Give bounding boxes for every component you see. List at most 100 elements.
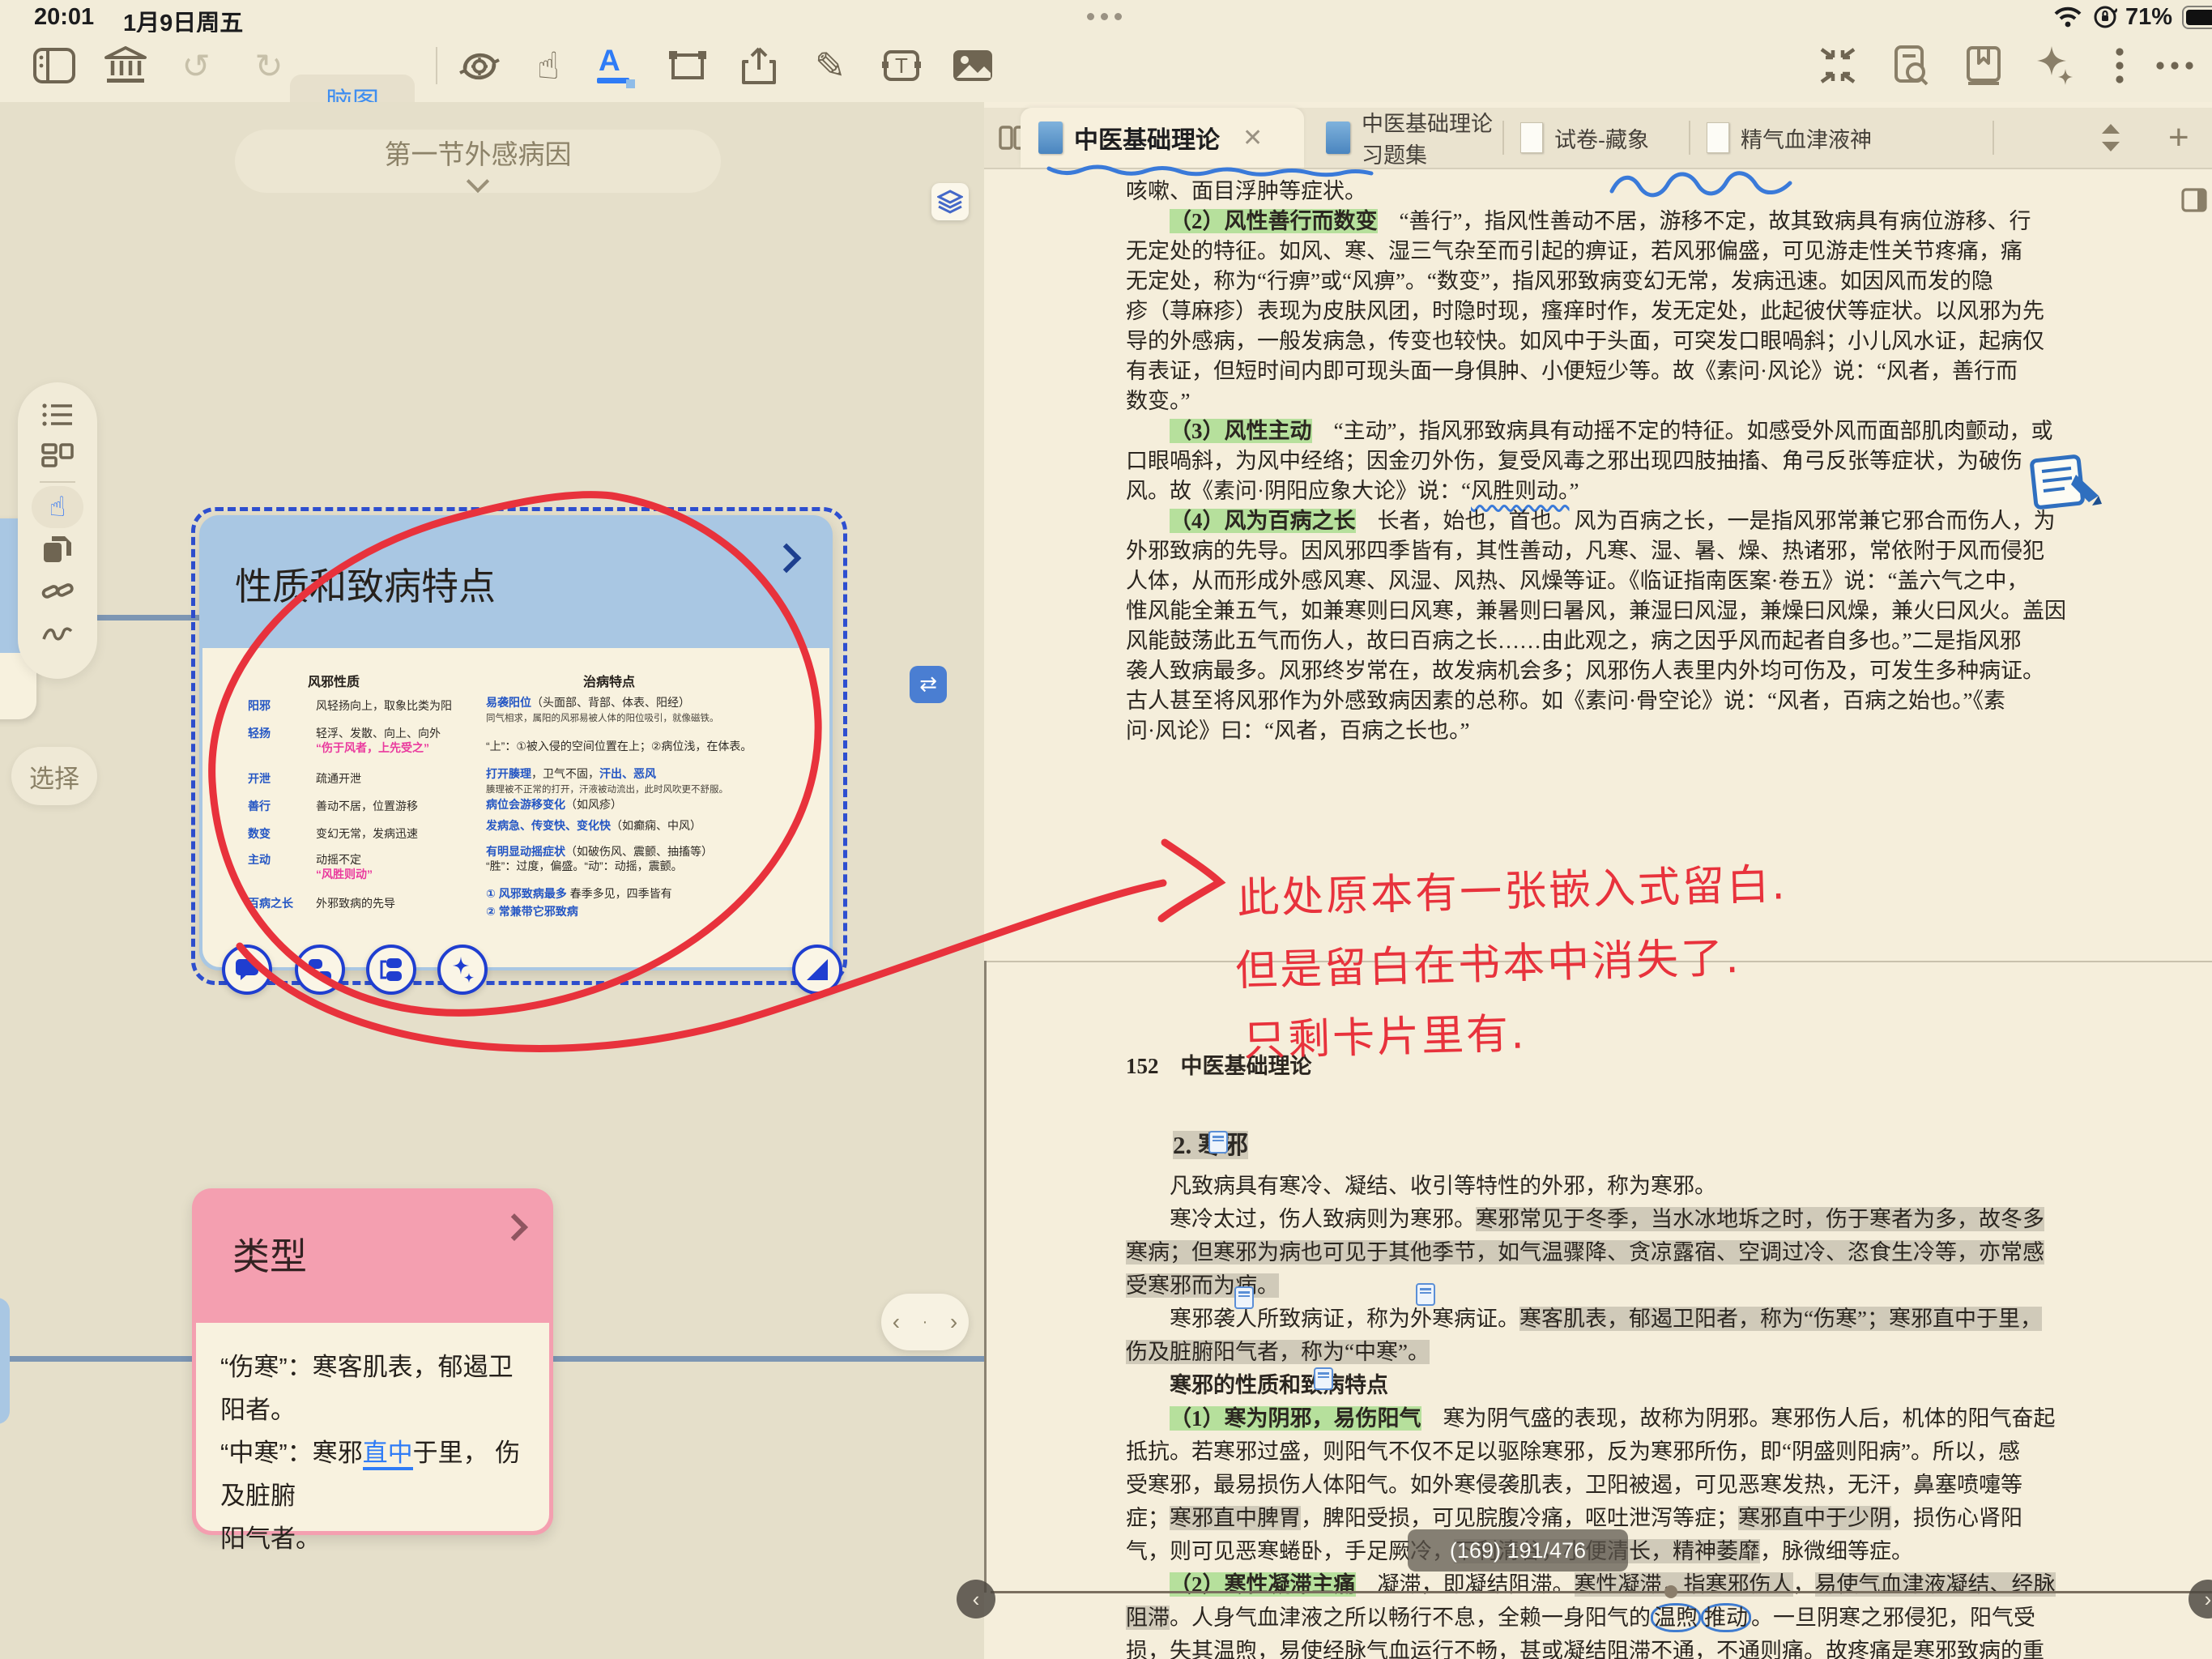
card-table-row: ② 常兼带它邪致病 — [486, 904, 810, 919]
card-merge-button[interactable] — [366, 945, 416, 995]
ai-sparkles-icon[interactable] — [2025, 36, 2085, 96]
doc-text-line[interactable]: （3）风性主动 “主动”，指风邪致病具有动摇不定的特征。如感受外风而面部肌肉颤动… — [1126, 416, 2066, 446]
pencil-tool-icon[interactable]: ✎ — [800, 36, 860, 96]
doc-text-line[interactable]: 寒邪袭人所致病证，称为外寒病证。寒客肌表，郁遏卫阳者，称为“伤寒”；寒邪直中于里… — [1126, 1303, 2056, 1336]
doc-text-line[interactable]: （2）寒性凝滞主痛 凝滞，即凝结阻滞。寒性凝滞，指寒邪伤人，易使气血津液凝结、经… — [1126, 1568, 2056, 1601]
document-search-icon[interactable] — [1881, 36, 1941, 96]
pointer-tool-icon[interactable]: ☝ — [518, 36, 578, 96]
mindmap-canvas[interactable]: 第一节外感病因 ☝ 选择 — [0, 102, 984, 1659]
textbox-tool-icon[interactable]: T — [872, 36, 931, 96]
doc-text-line[interactable]: 咳嗽、面目浮肿等症状。 — [1126, 177, 2066, 207]
doc-text-line[interactable]: 寒病；但寒邪为病也可见于其他季节，如气温骤降、贪凉露宿、空调过冷、恣食生冷等，亦… — [1126, 1236, 2056, 1269]
card-table-row: “上”：①被入侵的空间位置在上；②病位浅，在体表。 — [486, 739, 810, 753]
link-text[interactable]: 直中 — [363, 1439, 413, 1470]
doc-text-line[interactable]: 抵抗。若寒邪过盛，则阳气不仅不足以驱除寒邪，反为寒邪所伤，即“阴盛则阳病”。所以… — [1126, 1435, 2056, 1469]
board-layout-icon[interactable] — [32, 436, 83, 478]
note-marker-icon[interactable] — [1416, 1283, 1435, 1306]
doc-text-line[interactable]: 受寒邪而为病。 — [1126, 1269, 2056, 1303]
card-resize-button[interactable] — [792, 945, 842, 995]
doc-text-line[interactable]: （1）寒为阴邪，易伤阳气 寒为阴气盛的表现，故称为阴邪。寒邪伤人后，机体的阳气奋… — [1126, 1402, 2056, 1435]
image-tool-icon[interactable] — [943, 36, 1003, 96]
pdf-page-151-text[interactable]: 咳嗽、面目浮肿等症状。（2）风性善行而数变 “善行”，指风性善动不居，游移不定，… — [1126, 177, 2066, 746]
doc-text-line[interactable]: 惟风能全兼五气，如兼寒则曰风寒，兼暑则曰暑风，兼湿曰风湿，兼燥曰风燥，兼火曰风火… — [1126, 596, 2066, 626]
more-menu-icon[interactable] — [2145, 36, 2205, 96]
note-marker-icon[interactable] — [1314, 1367, 1333, 1390]
multitask-indicator-icon[interactable] — [1084, 10, 1125, 24]
page-thumbnail-icon — [1520, 122, 1543, 153]
card-ai-button[interactable] — [437, 945, 488, 995]
doc-text-line[interactable]: 问·风论》曰：“风者，百病之长也。” — [1126, 716, 2066, 746]
sync-review-icon[interactable] — [450, 36, 509, 96]
doc-text-line[interactable]: 无定处，称为“行痹”或“风痹”。“数变”，指风邪致病变幻无常，发病迅速。如因风而… — [1126, 267, 2066, 296]
doc-text-line[interactable]: 风能鼓荡此五气而伤人，故曰百病之长……由此观之，病之因乎风而起者自多也。”二是指… — [1126, 626, 2066, 656]
compress-view-icon[interactable] — [1808, 36, 1868, 96]
card-properties[interactable]: 性质和致病特点 风邪性质 治病特点 阳邪风轻扬向上，取象比类为阳轻扬轻浮、发散、… — [199, 515, 833, 970]
doc-text-line[interactable]: 凡致病具有寒冷、凝结、收引等特性的外邪，称为寒邪。 — [1126, 1170, 2056, 1203]
doc-text-line[interactable]: 外邪致病的先导。因风邪四季皆有，其性善动，凡寒、湿、暑、燥、热诸邪，常依附于风而… — [1126, 536, 2066, 566]
add-tab-button[interactable]: + — [2168, 117, 2189, 158]
doc-text-line[interactable]: 有表证，但短时间内即可现头面一身俱肿、小便短少等。故《素问·风论》说：“风者，善… — [1126, 356, 2066, 386]
doc-text-line[interactable]: 寒冷太过，伤人致病则为寒邪。寒邪常见于冬季，当水冰地坼之时，伤于寒者为多，故冬多 — [1126, 1203, 2056, 1236]
doc-text-line[interactable]: （2）风性善行而数变 “善行”，指风性善动不居，游移不定，故其致病具有病位游移、… — [1126, 207, 2066, 237]
root-node[interactable]: 第一节外感病因 — [235, 130, 721, 193]
rotation-lock-icon — [2093, 5, 2117, 33]
document-tab[interactable]: 试卷-藏象 — [1502, 108, 1689, 168]
chevron-right-icon[interactable] — [501, 1213, 528, 1241]
select-mode-button[interactable]: 选择 — [11, 747, 97, 805]
pager-prev-icon[interactable]: ‹ — [893, 1309, 900, 1335]
pdf-page-152-text[interactable]: 凡致病具有寒冷、凝结、收引等特性的外邪，称为寒邪。寒冷太过，伤人致病则为寒邪。寒… — [1126, 1170, 2056, 1659]
layers-button[interactable] — [931, 183, 969, 220]
notebook-sketch-sticker[interactable] — [2029, 450, 2102, 518]
doc-text-line[interactable]: 伤及脏腑阳气者，称为“中寒”。 — [1126, 1336, 2056, 1369]
doc-text-line[interactable]: 数变。” — [1126, 386, 2066, 416]
right-panel-toggle-icon[interactable] — [2181, 188, 2207, 216]
copy-cards-icon[interactable] — [32, 528, 83, 570]
swap-panels-button[interactable]: ⇄ — [910, 666, 947, 703]
doc-text-line[interactable]: 寒邪的性质和致病特点 — [1126, 1369, 2056, 1402]
collapse-chevron-icon[interactable] — [467, 170, 489, 193]
outline-list-icon[interactable] — [32, 394, 83, 436]
document-tab[interactable]: 中医基础理论✕ — [1021, 108, 1304, 168]
wifi-icon — [2054, 6, 2082, 32]
doc-text-line[interactable]: 口眼喎斜，为风中经络；因金刃外伤，复受风毒之邪出现四肢抽搐、角弓反张等症状，为破… — [1126, 446, 2066, 476]
card-types[interactable]: 类型 “伤寒”：寒客肌表，郁遏卫阳者。 “中寒”：寒邪直中于里， 伤及脏腑 阳气… — [192, 1188, 553, 1535]
doc-text-line[interactable]: 古人甚至将风邪作为外感致病因素的总称。如《素问·骨空论》说：“风者，百病之始也。… — [1126, 686, 2066, 716]
highlight-tool-icon[interactable]: A — [585, 36, 645, 96]
rect-select-icon[interactable] — [658, 36, 718, 96]
hand-select-tool-icon[interactable]: ☝ — [32, 486, 83, 528]
chevron-right-icon[interactable] — [772, 544, 802, 574]
card-header[interactable]: 性质和致病特点 — [199, 515, 833, 648]
scribble-tool-icon[interactable] — [32, 612, 83, 655]
doc-text-line[interactable]: 袭人致病最多。风邪终岁常在，故发病机会多；风邪伤人表里内外均可伤及，可发生多种病… — [1126, 656, 2066, 686]
page-back-button[interactable]: ‹ — [957, 1580, 995, 1618]
undo-icon[interactable]: ↺ — [166, 36, 226, 96]
document-tab[interactable]: 精气血津液神 — [1689, 108, 1993, 168]
close-tab-icon[interactable]: ✕ — [1242, 124, 1263, 152]
toolbar-divider — [436, 47, 437, 84]
card-comment-button[interactable] — [222, 945, 272, 995]
doc-text-line[interactable]: 导的外感病，一般发病急，传变也较快。如风中于头面，可突发口眼喎斜；小儿风水证，起… — [1126, 326, 2066, 356]
note-marker-icon[interactable] — [1208, 1131, 1228, 1154]
link-tool-icon[interactable] — [32, 570, 83, 612]
doc-text-line[interactable]: 疹（荨麻疹）表现为皮肤风团，时隐时现，瘙痒时作，发无定处，此起彼伏等症状。以风邪… — [1126, 296, 2066, 326]
doc-text-line[interactable]: （4）风为百病之长 长者，始也，首也。风为百病之长，一是指风邪常兼它邪合而伤人，… — [1126, 506, 2066, 536]
map-pager[interactable]: ‹·› — [881, 1294, 969, 1350]
tab-sort-icon[interactable] — [2100, 124, 2121, 156]
doc-text-line[interactable]: 风。故《素问·阴阳应象大论》说：“风胜则动。” — [1126, 476, 2066, 506]
note-marker-icon[interactable] — [1234, 1286, 1254, 1309]
pager-next-icon[interactable]: › — [950, 1309, 957, 1335]
page-forward-button[interactable]: › — [2189, 1580, 2212, 1618]
sidebar-toggle-icon[interactable] — [24, 36, 84, 96]
card-branch-button[interactable] — [295, 945, 345, 995]
doc-text-line[interactable]: 损，失其温煦，易使经脉气血运行不畅，甚或凝结阻滞不通，不通则痛。故疼痛是寒邪致病… — [1126, 1635, 2056, 1659]
doc-text-line[interactable]: 受寒邪，最易损伤人体阳气。如外寒侵袭肌表，卫阳被遏，可见恶寒发热，无汗，鼻塞喷嚏… — [1126, 1469, 2056, 1502]
doc-text-line[interactable]: 人体，从而形成外感风寒、风湿、风热、风燥等证。《临证指南医案·卷五》说：“盖六气… — [1126, 566, 2066, 596]
doc-text-line[interactable]: 阻滞。人身气血津液之所以畅行不息，全赖一身阳气的温煦推动。一旦阴寒之邪侵犯，阳气… — [1126, 1601, 2056, 1635]
kebab-menu-icon[interactable] — [2090, 36, 2150, 96]
offscreen-card[interactable] — [0, 1298, 10, 1424]
doc-text-line[interactable]: 无定处的特征。如风、寒、湿三气杂至而引起的痹证，若风邪偏盛，可见游走性关节疼痛，… — [1126, 237, 2066, 267]
library-icon[interactable] — [96, 36, 156, 96]
bookmark-icon[interactable] — [1954, 36, 2014, 96]
document-tab[interactable]: 中医基础理论习题集 — [1308, 108, 1502, 168]
export-icon[interactable] — [729, 36, 789, 96]
